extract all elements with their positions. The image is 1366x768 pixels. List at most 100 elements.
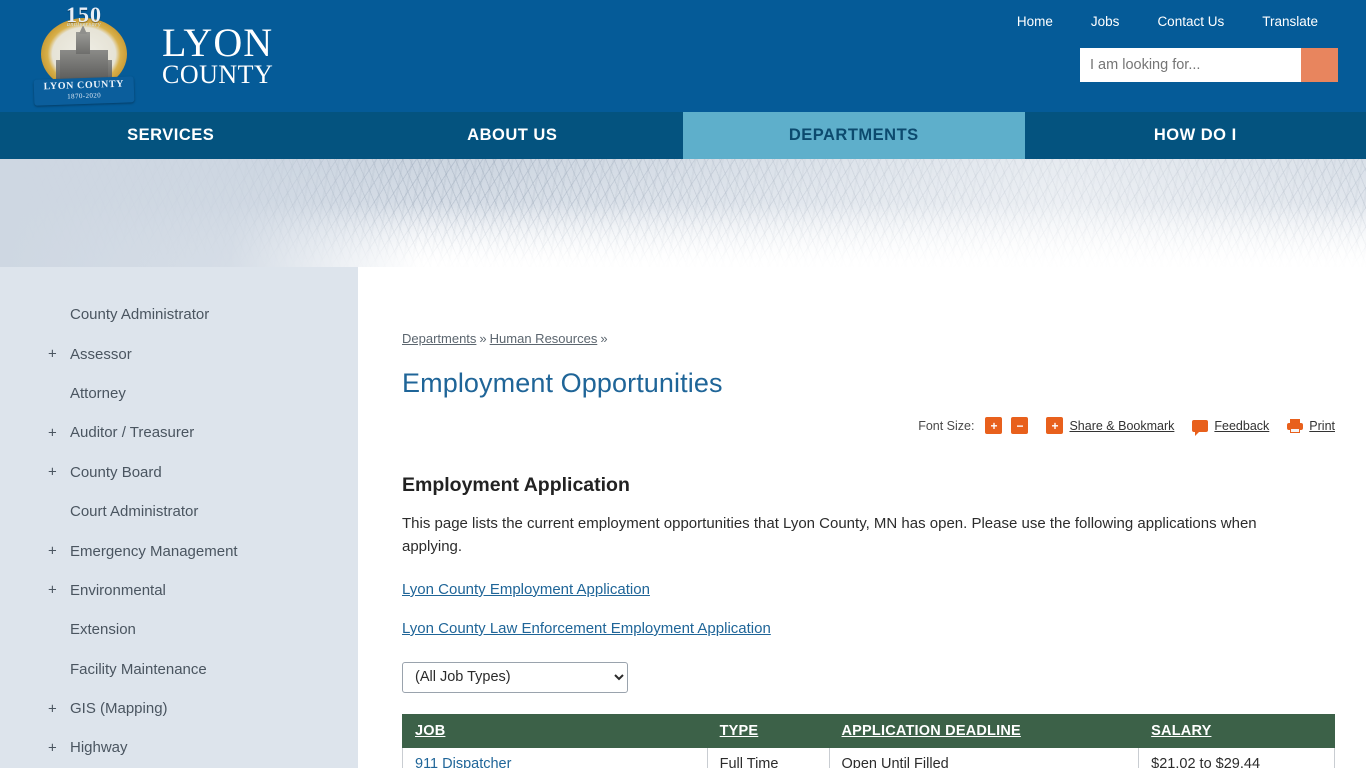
cell-salary: $21.02 to $29.44	[1138, 746, 1335, 768]
sidebar-item-label: Attorney	[70, 384, 126, 402]
seal-banner: LYON COUNTY 1870-2020	[33, 76, 135, 106]
sidebar-item-emergency-management[interactable]: + Emergency Management	[0, 531, 358, 570]
print-group[interactable]: Print	[1287, 418, 1335, 433]
column-header-application-deadline[interactable]: APPLICATION DEADLINE	[828, 713, 1140, 748]
column-header-salary-label: SALARY	[1151, 722, 1212, 739]
sidebar-item-auditor-treasurer[interactable]: + Auditor / Treasurer	[0, 413, 358, 452]
search-icon[interactable]	[1301, 48, 1338, 82]
sidebar-item-label: County Administrator	[70, 306, 210, 324]
utility-nav: Home Jobs Contact Us Translate	[1017, 14, 1318, 29]
column-header-job[interactable]: JOB	[402, 713, 708, 748]
print-link[interactable]: Print	[1309, 419, 1335, 433]
courthouse-illustration-icon	[54, 26, 114, 80]
content-heading: Employment Application	[402, 474, 630, 497]
hero-banner-fade	[0, 159, 420, 267]
jobs-table-head: JOB TYPE APPLICATION DEADLINE SALARY	[402, 713, 1335, 748]
sidebar-item-extension[interactable]: Extension	[0, 610, 358, 649]
nav-item-how-do-i[interactable]: HOW DO I	[1025, 112, 1366, 159]
seal-anniversary-word: anniversary	[66, 22, 102, 28]
page-tools-bar: Font Size: + − + Share & Bookmark Feedba…	[402, 417, 1335, 436]
main-navigation: SERVICES ABOUT US DEPARTMENTS HOW DO I	[0, 112, 1366, 159]
sidebar-item-label: Highway	[70, 739, 128, 757]
utility-nav-item-translate[interactable]: Translate	[1262, 14, 1318, 29]
page-body: County Administrator + Assessor Attorney…	[0, 267, 1366, 768]
page-title: Employment Opportunities	[402, 368, 723, 398]
speech-bubble-icon[interactable]	[1192, 419, 1209, 436]
sidebar-item-assessor[interactable]: + Assessor	[0, 334, 358, 373]
wordmark-line-2: COUNTY	[162, 59, 274, 89]
column-header-type-label: TYPE	[719, 722, 759, 739]
expand-plus-icon[interactable]: +	[48, 739, 57, 756]
cell-job: 911 Dispatcher	[402, 746, 708, 768]
county-seal-logo-icon[interactable]: 150 anniversary LYON COUNTY 1870-2020	[28, 0, 140, 112]
content-intro-paragraph: This page lists the current employment o…	[402, 515, 1257, 556]
sidebar-item-label: GIS (Mapping)	[70, 700, 168, 718]
breadcrumb-separator: »	[479, 331, 487, 346]
sidebar-item-court-administrator[interactable]: Court Administrator	[0, 492, 358, 531]
nav-item-services[interactable]: SERVICES	[0, 112, 342, 159]
font-size-decrease-button[interactable]: −	[1011, 417, 1029, 435]
expand-plus-icon[interactable]: +	[48, 582, 57, 599]
utility-nav-item-home[interactable]: Home	[1017, 14, 1053, 29]
sidebar-item-label: Extension	[70, 621, 136, 639]
job-type-filter-select[interactable]: (All Job Types)	[402, 661, 628, 693]
sidebar-item-environmental[interactable]: + Environmental	[0, 571, 358, 610]
main-content: Departments» Human Resources» Employment …	[358, 267, 1366, 768]
sidebar-item-label: Facility Maintenance	[70, 660, 207, 678]
breadcrumb: Departments» Human Resources»	[402, 267, 1335, 346]
table-row: 911 Dispatcher Full Time Open Until Fill…	[402, 746, 1335, 768]
font-size-increase-button[interactable]: +	[985, 417, 1003, 435]
expand-plus-icon[interactable]: +	[48, 700, 57, 717]
sidebar-item-label: Court Administrator	[70, 503, 199, 521]
job-link-911-dispatcher[interactable]: 911 Dispatcher	[415, 756, 511, 768]
sidebar-item-county-administrator[interactable]: County Administrator	[0, 295, 358, 334]
feedback-group[interactable]: Feedback	[1192, 419, 1269, 436]
feedback-link[interactable]: Feedback	[1214, 419, 1269, 433]
expand-plus-icon[interactable]: +	[48, 464, 57, 481]
wordmark-line-1: LYON	[162, 20, 274, 66]
sidebar-item-label: County Board	[70, 463, 162, 481]
nav-item-about-us[interactable]: ABOUT US	[342, 112, 684, 159]
breadcrumb-item-human-resources[interactable]: Human Resources	[490, 331, 598, 346]
sidebar-item-label: Environmental	[70, 581, 166, 599]
sidebar-item-label: Emergency Management	[70, 542, 238, 560]
sidebar-item-county-board[interactable]: + County Board	[0, 453, 358, 492]
printer-icon[interactable]	[1287, 418, 1304, 433]
sidebar-item-attorney[interactable]: Attorney	[0, 374, 358, 413]
hero-banner-image	[0, 159, 1366, 267]
column-header-salary[interactable]: SALARY	[1138, 713, 1335, 748]
font-size-label: Font Size:	[918, 418, 975, 433]
site-wordmark[interactable]: LYON COUNTY	[162, 20, 274, 89]
site-header: 150 anniversary LYON COUNTY 1870-2020 LY…	[0, 0, 1366, 112]
sidebar-item-label: Auditor / Treasurer	[70, 424, 195, 442]
breadcrumb-item-departments[interactable]: Departments	[402, 331, 476, 346]
sidebar-item-facility-maintenance[interactable]: Facility Maintenance	[0, 650, 358, 689]
expand-plus-icon[interactable]: +	[48, 424, 57, 441]
share-bookmark-link[interactable]: Share & Bookmark	[1069, 419, 1174, 433]
sidebar-item-label: Assessor	[70, 345, 132, 363]
expand-plus-icon[interactable]: +	[48, 543, 57, 560]
share-bookmark-group[interactable]: + Share & Bookmark	[1046, 417, 1174, 435]
share-plus-icon[interactable]: +	[1046, 417, 1064, 435]
site-search	[1080, 48, 1338, 82]
sidebar-item-gis-mapping[interactable]: + GIS (Mapping)	[0, 689, 358, 728]
breadcrumb-separator: »	[600, 331, 608, 346]
utility-nav-item-contact-us[interactable]: Contact Us	[1157, 14, 1224, 29]
nav-item-departments[interactable]: DEPARTMENTS	[683, 112, 1025, 159]
jobs-table: JOB TYPE APPLICATION DEADLINE SALARY 911…	[402, 713, 1335, 768]
sidebar-item-highway[interactable]: + Highway	[0, 728, 358, 767]
cell-deadline: Open Until Filled	[828, 746, 1140, 768]
law-enforcement-application-link[interactable]: Lyon County Law Enforcement Employment A…	[402, 620, 1335, 637]
employment-application-link[interactable]: Lyon County Employment Application	[402, 581, 1335, 598]
column-header-job-label: JOB	[415, 722, 446, 739]
jobs-table-body: 911 Dispatcher Full Time Open Until Fill…	[402, 746, 1335, 768]
cell-type: Full Time	[706, 746, 830, 768]
column-header-deadline-label: APPLICATION DEADLINE	[841, 722, 1021, 739]
jobs-table-header-row: JOB TYPE APPLICATION DEADLINE SALARY	[402, 713, 1335, 748]
expand-plus-icon[interactable]: +	[48, 346, 57, 363]
search-input[interactable]	[1080, 48, 1301, 82]
site-brand[interactable]: 150 anniversary LYON COUNTY 1870-2020 LY…	[28, 0, 273, 112]
department-sidebar: County Administrator + Assessor Attorney…	[0, 267, 358, 768]
utility-nav-item-jobs[interactable]: Jobs	[1091, 14, 1120, 29]
column-header-type[interactable]: TYPE	[706, 713, 830, 748]
